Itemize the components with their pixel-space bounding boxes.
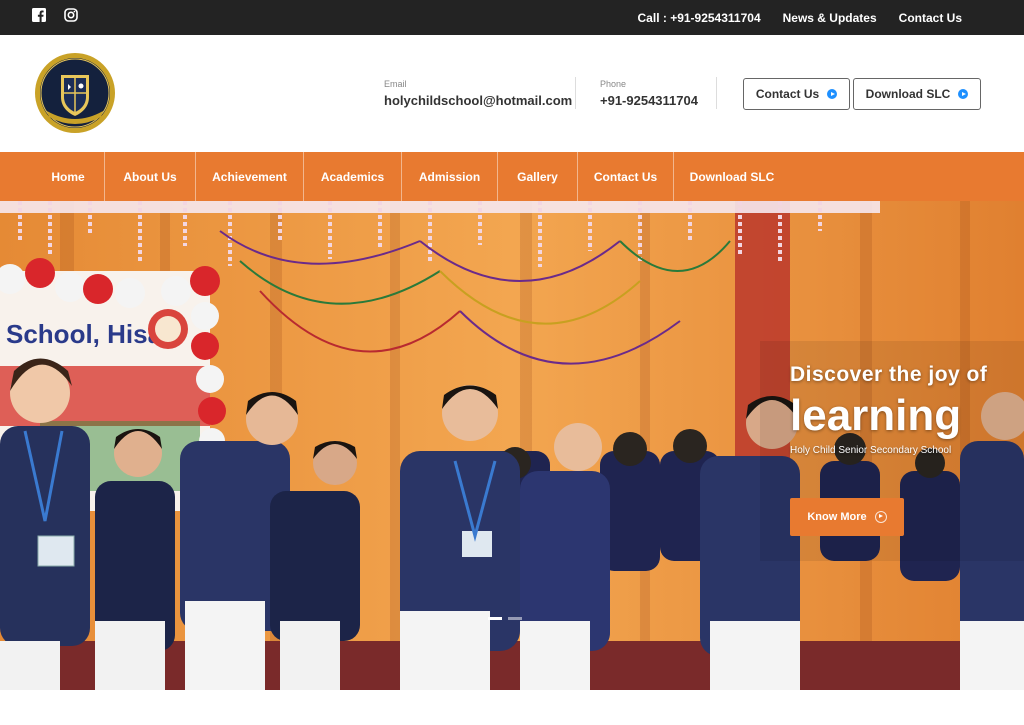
nav-achievement[interactable]: Achievement	[196, 152, 304, 201]
download-slc-button-label: Download SLC	[865, 87, 951, 101]
nav-about-us[interactable]: About Us	[105, 152, 196, 201]
contact-us-button[interactable]: Contact Us	[743, 78, 850, 110]
hero-title: learning	[790, 391, 962, 440]
social-links	[32, 8, 78, 22]
phone-block: Phone +91-9254311704	[600, 79, 698, 108]
main-nav: Home About Us Achievement Academics Admi…	[0, 152, 1024, 201]
email-value[interactable]: holychildschool@hotmail.com	[384, 93, 572, 108]
slider-dot-2[interactable]	[508, 617, 522, 620]
nav-home[interactable]: Home	[32, 152, 105, 201]
school-logo[interactable]	[33, 51, 117, 135]
slider-dot-1[interactable]	[488, 617, 502, 620]
nav-academics[interactable]: Academics	[304, 152, 402, 201]
nav-contact-us[interactable]: Contact Us	[578, 152, 674, 201]
hero-slider: School, Hisar Discover the joy of learni…	[0, 201, 1024, 690]
play-circle-icon	[827, 89, 838, 99]
phone-label: Phone	[600, 79, 627, 89]
phone-value[interactable]: +91-9254311704	[600, 93, 698, 108]
header-divider	[716, 77, 717, 109]
slider-pagination	[488, 617, 522, 620]
call-link[interactable]: Call : +91-9254311704	[638, 11, 761, 25]
email-label: Email	[384, 79, 407, 89]
nav-admission[interactable]: Admission	[402, 152, 498, 201]
header-divider	[575, 77, 576, 109]
email-block: Email holychildschool@hotmail.com	[384, 79, 572, 108]
play-circle-icon	[874, 511, 887, 523]
news-updates-link[interactable]: News & Updates	[783, 11, 877, 25]
nav-gallery[interactable]: Gallery	[498, 152, 578, 201]
nav-download-slc[interactable]: Download SLC	[674, 152, 790, 201]
top-contact-link[interactable]: Contact Us	[899, 11, 962, 25]
know-more-button[interactable]: Know More	[790, 498, 904, 536]
top-links: Call : +91-9254311704 News & Updates Con…	[638, 0, 962, 35]
site-header: Email holychildschool@hotmail.com Phone …	[0, 35, 1024, 152]
banner-text: School, Hisar	[6, 319, 172, 349]
play-circle-icon	[958, 89, 969, 99]
hero-subtitle: Discover the joy of	[790, 363, 988, 386]
instagram-icon[interactable]	[64, 8, 78, 22]
facebook-icon[interactable]	[32, 8, 46, 22]
contact-us-button-label: Contact Us	[755, 87, 820, 101]
hero-caption: Discover the joy of learning Holy Child …	[790, 363, 987, 456]
top-bar: Call : +91-9254311704 News & Updates Con…	[0, 0, 1024, 35]
download-slc-button[interactable]: Download SLC	[853, 78, 981, 110]
know-more-button-label: Know More	[807, 511, 867, 523]
hero-school-name: Holy Child Senior Secondary School	[790, 445, 952, 456]
